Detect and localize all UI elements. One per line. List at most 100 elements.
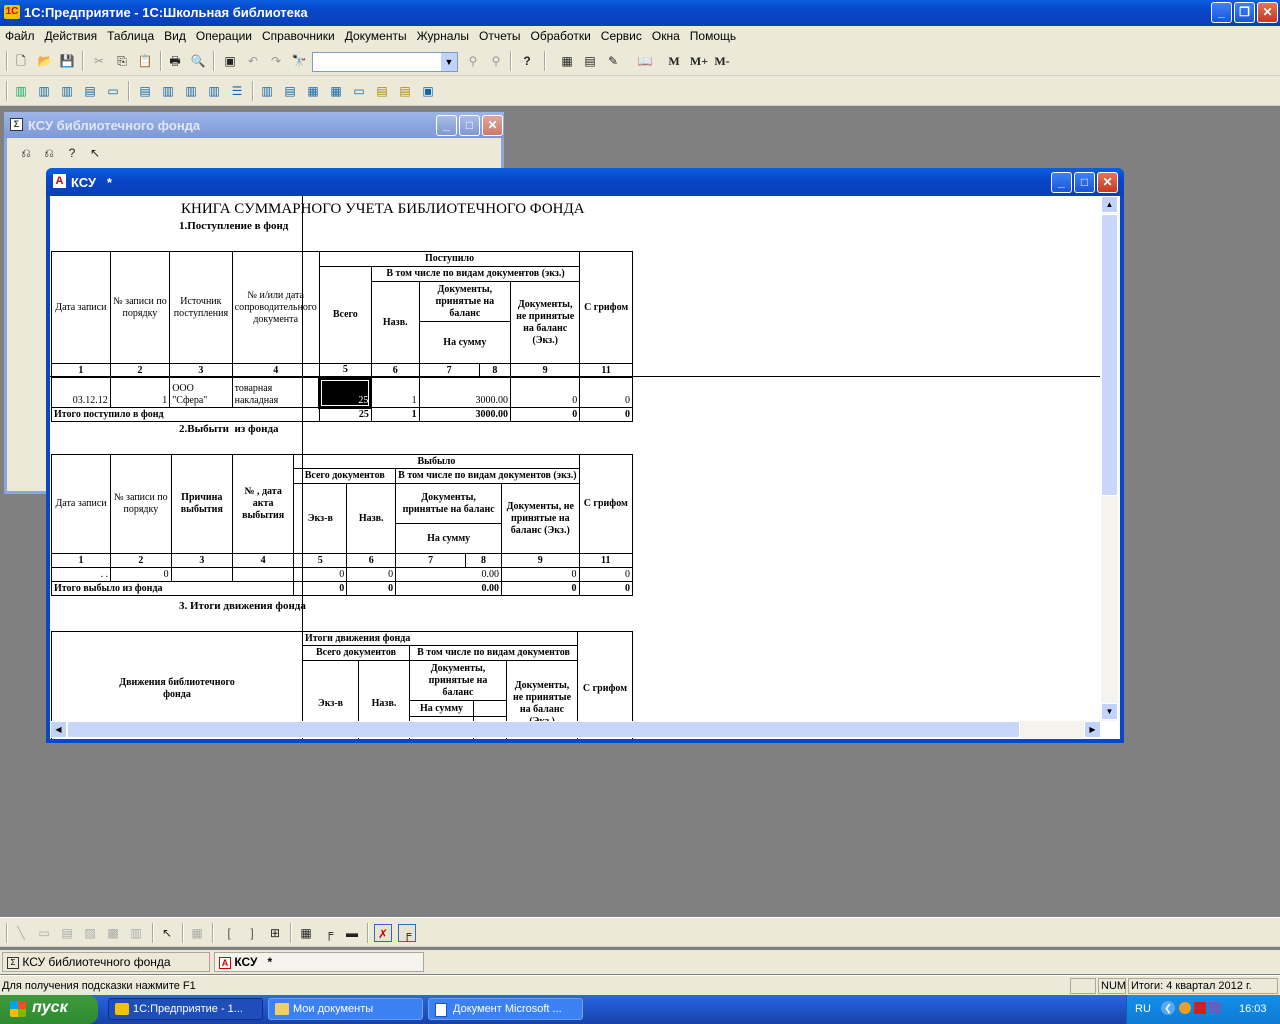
redo-icon[interactable]: ↷	[267, 52, 285, 70]
grid-lines-icon[interactable]: ▦	[297, 924, 315, 942]
tray-icon-1[interactable]	[1179, 1002, 1191, 1014]
win1-minimize-button[interactable]: _	[436, 115, 457, 136]
menu-reports[interactable]: Отчеты	[474, 26, 525, 46]
rectangle-icon[interactable]: ▭	[35, 924, 53, 942]
taskbar-item-1c[interactable]: 1С:Предприятие - 1...	[108, 998, 263, 1020]
journal2-icon[interactable]: ▤	[281, 82, 299, 100]
cell-sum[interactable]: 3000.00	[418, 377, 512, 408]
scroll-up-button[interactable]: ▲	[1101, 196, 1118, 213]
columns-icon[interactable]: ▥	[58, 82, 76, 100]
menu-windows[interactable]: Окна	[647, 26, 685, 46]
issue-icon[interactable]: ▥	[159, 82, 177, 100]
help-icon[interactable]: ?	[63, 144, 81, 162]
book-icon[interactable]: 📖	[636, 52, 654, 70]
tray-expand-icon[interactable]: ❮	[1161, 1001, 1175, 1015]
properties-icon[interactable]: ▣	[221, 52, 239, 70]
tab-ksu-report[interactable]: A КСУ *	[214, 952, 424, 972]
cell-num[interactable]: 0	[110, 567, 172, 582]
horizontal-scrollbar[interactable]: ◀ ▶	[50, 721, 1101, 738]
scroll-left-button[interactable]: ◀	[50, 721, 67, 738]
menu-journals[interactable]: Журналы	[412, 26, 474, 46]
find-next-icon[interactable]: ⚲	[464, 52, 482, 70]
cell-doc[interactable]: товарная накладная	[231, 377, 320, 408]
bracket-right-icon[interactable]: ]	[243, 924, 261, 942]
cell-source[interactable]: ООО "Сфера"	[169, 377, 233, 408]
tab-ksu-fond[interactable]: Σ КСУ библиотечного фонда	[2, 952, 210, 972]
tray-icon-2[interactable]	[1194, 1002, 1206, 1014]
taskbar-item-mydocs[interactable]: Мои документы	[268, 998, 423, 1020]
menu-references[interactable]: Справочники	[257, 26, 340, 46]
cut-icon[interactable]: ✂	[90, 52, 108, 70]
transfer-icon[interactable]: ▥	[205, 82, 223, 100]
catalog-icon[interactable]: ▥	[12, 82, 30, 100]
cell-reason[interactable]	[170, 567, 233, 582]
start-button[interactable]: пуск	[0, 995, 98, 1024]
search-input[interactable]: ▼	[312, 52, 458, 72]
win2-maximize-button[interactable]: □	[1074, 172, 1095, 193]
edit-icon[interactable]: ✎	[604, 52, 622, 70]
help-icon[interactable]: ?	[518, 52, 536, 70]
chart-icon[interactable]: ▥	[127, 924, 145, 942]
menu-view[interactable]: Вид	[159, 26, 191, 46]
paste-icon[interactable]: 📋	[136, 52, 154, 70]
cell-date[interactable]: . .	[50, 567, 112, 582]
return-icon[interactable]: ▥	[182, 82, 200, 100]
scroll-right-button[interactable]: ▶	[1084, 721, 1101, 738]
new-icon[interactable]: 🗋	[12, 52, 30, 70]
headers-icon[interactable]: ╒	[320, 924, 338, 942]
cell-total-selected[interactable]: 25	[318, 376, 373, 409]
menu-service[interactable]: Сервис	[596, 26, 647, 46]
memory-button[interactable]: M	[665, 52, 683, 70]
note2-icon[interactable]: ▤	[396, 82, 414, 100]
grid-icon[interactable]: ▦	[327, 82, 345, 100]
cell-nonbalance[interactable]: 0	[501, 567, 580, 582]
action-icon-2[interactable]: ⎌	[40, 144, 58, 162]
print-preview-icon[interactable]: 🔍	[189, 52, 207, 70]
copy-icon[interactable]: ⎘	[113, 52, 131, 70]
cell-num[interactable]: 1	[109, 377, 171, 408]
report-view-icon[interactable]: ▦	[304, 82, 322, 100]
cell-sum[interactable]: 0.00	[395, 567, 503, 582]
list-icon[interactable]: ☰	[228, 82, 246, 100]
menu-documents[interactable]: Документы	[340, 26, 412, 46]
close-button[interactable]: ✕	[1257, 2, 1278, 23]
menu-help[interactable]: Помощь	[685, 26, 741, 46]
cell-act[interactable]	[231, 567, 295, 582]
screen-icon[interactable]: ▭	[350, 82, 368, 100]
no-grid-icon[interactable]: ✗	[374, 924, 392, 942]
pointer-help-icon[interactable]: ↖	[86, 144, 104, 162]
scroll-down-button[interactable]: ▼	[1101, 703, 1118, 720]
stack-icon[interactable]: ▤	[81, 82, 99, 100]
undo-icon[interactable]: ↶	[244, 52, 262, 70]
fixed-header-icon[interactable]: ╒	[398, 924, 416, 942]
cell-nonbalance[interactable]: 0	[510, 377, 581, 408]
cell-grif[interactable]: 0	[578, 567, 634, 582]
calculator-icon[interactable]: ▦	[558, 52, 576, 70]
menu-file[interactable]: Файл	[0, 26, 40, 46]
dropdown-arrow-icon[interactable]: ▼	[441, 53, 457, 71]
report-sheet[interactable]: КНИГА СУММАРНОГО УЧЕТА БИБЛИОТЕЧНОГО ФОН…	[50, 196, 1120, 739]
align-icon[interactable]: ⊞	[266, 924, 284, 942]
action-icon-1[interactable]: ⎌	[17, 144, 35, 162]
win1-close-button[interactable]: ✕	[482, 115, 503, 136]
open-icon[interactable]: 📂	[36, 52, 54, 70]
restore-button[interactable]: ❐	[1234, 2, 1255, 23]
cell-naz[interactable]: 0	[346, 567, 397, 582]
find-icon[interactable]: 🔭	[290, 52, 308, 70]
scroll-thumb[interactable]	[1101, 214, 1118, 496]
win2-close-button[interactable]: ✕	[1097, 172, 1118, 193]
print-icon[interactable]: 🖶	[166, 52, 184, 70]
scroll-h-thumb[interactable]	[67, 721, 1020, 738]
note-icon[interactable]: ▤	[373, 82, 391, 100]
menu-processing[interactable]: Обработки	[525, 26, 595, 46]
menu-operations[interactable]: Операции	[191, 26, 257, 46]
pointer-icon[interactable]: ↖	[158, 924, 176, 942]
cell-naz[interactable]: 1	[370, 377, 420, 408]
monitor-icon[interactable]: ▭	[104, 82, 122, 100]
menu-table[interactable]: Таблица	[102, 26, 159, 46]
cell-grif[interactable]: 0	[579, 377, 633, 408]
minimize-button[interactable]: _	[1211, 2, 1232, 23]
win1-maximize-button[interactable]: □	[459, 115, 480, 136]
ruler-icon[interactable]: ▬	[343, 924, 361, 942]
calendar-icon[interactable]: ▤	[581, 52, 599, 70]
